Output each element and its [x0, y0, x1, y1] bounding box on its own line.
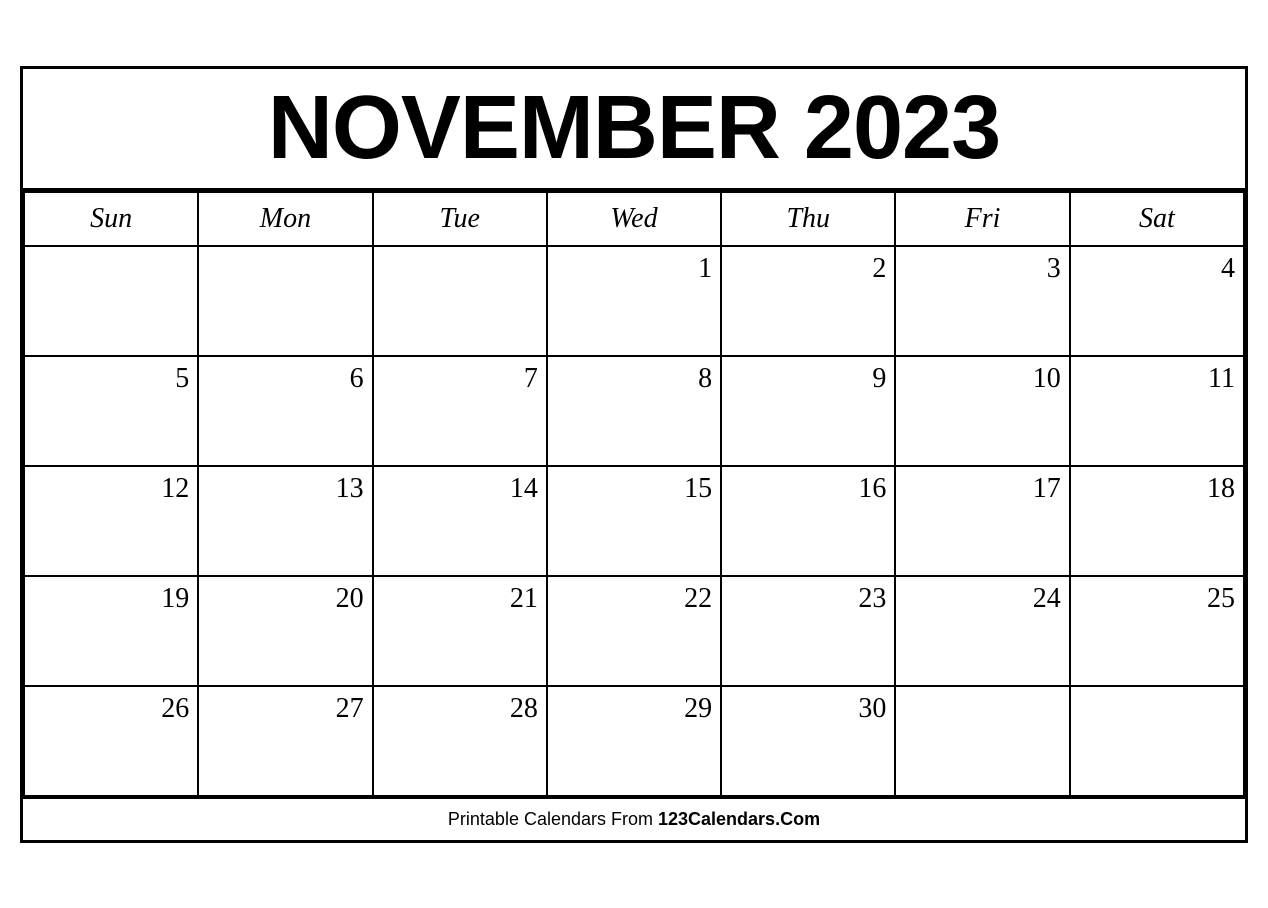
week-row-2: 567891011 [24, 356, 1244, 466]
calendar-cell: 30 [721, 686, 895, 796]
calendar-cell: 19 [24, 576, 198, 686]
calendar-cell: 4 [1070, 246, 1244, 356]
day-header-mon: Mon [198, 192, 372, 246]
calendar-cell: 9 [721, 356, 895, 466]
calendar-cell: 15 [547, 466, 721, 576]
calendar-cell: 11 [1070, 356, 1244, 466]
day-header-sat: Sat [1070, 192, 1244, 246]
calendar-cell [1070, 686, 1244, 796]
day-headers-row: SunMonTueWedThuFriSat [24, 192, 1244, 246]
calendar-cell: 25 [1070, 576, 1244, 686]
calendar-grid: SunMonTueWedThuFriSat 123456789101112131… [23, 191, 1245, 797]
calendar-cell: 5 [24, 356, 198, 466]
calendar-cell: 27 [198, 686, 372, 796]
calendar-cell [373, 246, 547, 356]
calendar-cell: 10 [895, 356, 1069, 466]
calendar-cell: 18 [1070, 466, 1244, 576]
calendar-cell: 1 [547, 246, 721, 356]
calendar-cell [24, 246, 198, 356]
calendar-cell: 22 [547, 576, 721, 686]
calendar-cell: 6 [198, 356, 372, 466]
calendar-container: NOVEMBER 2023 SunMonTueWedThuFriSat 1234… [20, 66, 1248, 843]
day-header-fri: Fri [895, 192, 1069, 246]
day-header-sun: Sun [24, 192, 198, 246]
calendar-cell: 28 [373, 686, 547, 796]
calendar-cell: 23 [721, 576, 895, 686]
calendar-title: NOVEMBER 2023 [23, 69, 1245, 191]
calendar-cell: 13 [198, 466, 372, 576]
day-header-tue: Tue [373, 192, 547, 246]
calendar-cell: 2 [721, 246, 895, 356]
calendar-cell: 12 [24, 466, 198, 576]
calendar-footer: Printable Calendars From 123Calendars.Co… [23, 797, 1245, 840]
calendar-cell: 17 [895, 466, 1069, 576]
calendar-cell: 7 [373, 356, 547, 466]
day-header-thu: Thu [721, 192, 895, 246]
week-row-4: 19202122232425 [24, 576, 1244, 686]
week-row-1: 1234 [24, 246, 1244, 356]
calendar-cell [198, 246, 372, 356]
calendar-cell: 26 [24, 686, 198, 796]
calendar-cell [895, 686, 1069, 796]
calendar-cell: 21 [373, 576, 547, 686]
week-row-3: 12131415161718 [24, 466, 1244, 576]
calendar-cell: 3 [895, 246, 1069, 356]
week-row-5: 2627282930 [24, 686, 1244, 796]
calendar-cell: 24 [895, 576, 1069, 686]
footer-brand: 123Calendars.Com [658, 809, 820, 829]
footer-text: Printable Calendars From [448, 809, 658, 829]
calendar-cell: 29 [547, 686, 721, 796]
calendar-cell: 16 [721, 466, 895, 576]
calendar-cell: 8 [547, 356, 721, 466]
calendar-cell: 14 [373, 466, 547, 576]
calendar-cell: 20 [198, 576, 372, 686]
day-header-wed: Wed [547, 192, 721, 246]
